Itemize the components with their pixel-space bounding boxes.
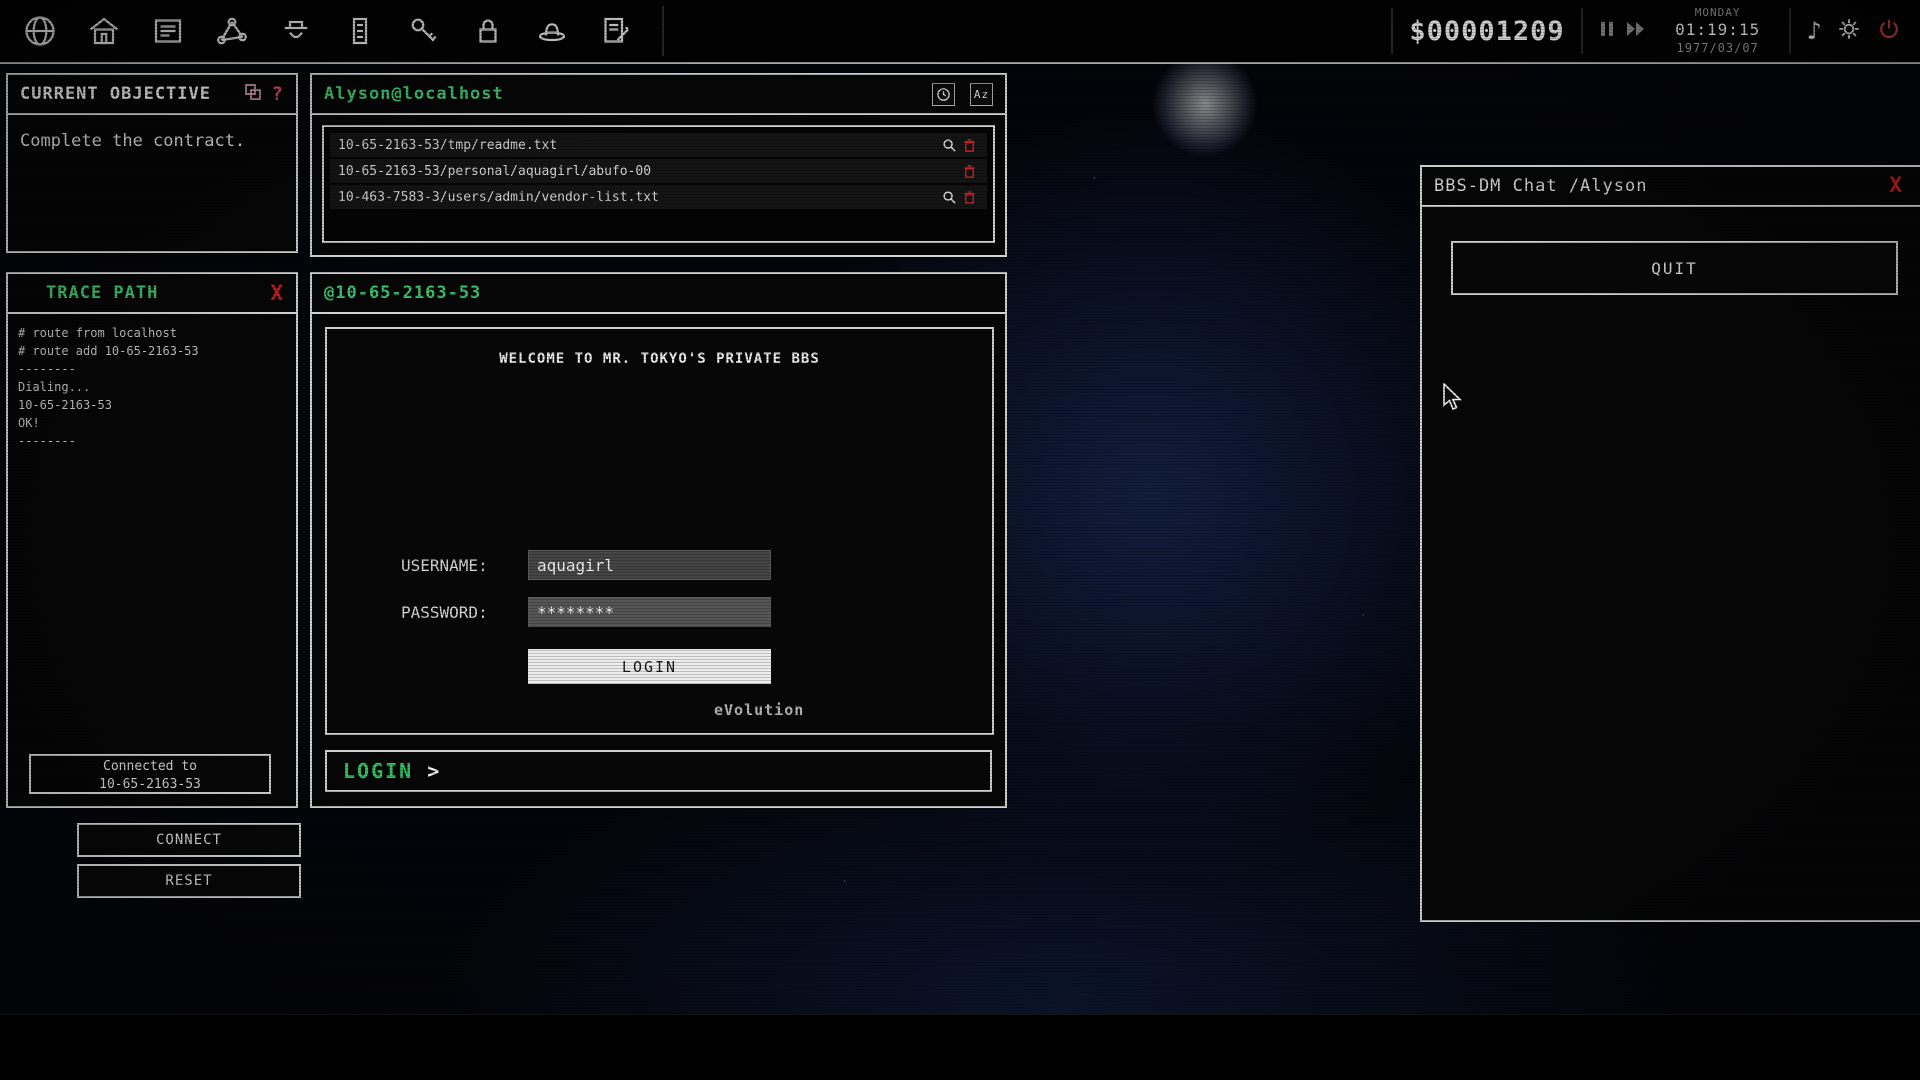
bbs-screen: WELCOME TO MR. TOKYO'S PRIVATE BBS USERN… xyxy=(325,327,994,735)
trace-line: # route add 10-65-2163-53 xyxy=(18,342,286,360)
clock-time: 01:19:15 xyxy=(1663,20,1773,41)
popout-icon[interactable] xyxy=(244,83,262,106)
topbar: $00001209 MONDAY 01:19:15 1977/03/07 ♪ xyxy=(0,0,1920,64)
safehouse-icon[interactable] xyxy=(84,11,124,51)
music-icon[interactable]: ♪ xyxy=(1807,17,1822,45)
connect-button[interactable]: CONNECT xyxy=(77,823,301,857)
close-icon[interactable]: X xyxy=(1889,173,1902,197)
trace-log: # route from localhost # route add 10-65… xyxy=(8,314,296,460)
username-label: USERNAME: xyxy=(401,556,488,575)
disguise-icon[interactable] xyxy=(532,11,572,51)
close-icon[interactable]: X xyxy=(270,281,284,305)
chat-title: BBS-DM Chat /Alyson xyxy=(1434,176,1647,196)
objective-text: Complete the contract. xyxy=(8,115,296,167)
file-row[interactable]: 10-65-2163-53/personal/aquagirl/abufo-00 xyxy=(330,159,987,183)
pause-icon[interactable] xyxy=(1599,20,1615,42)
username-field[interactable] xyxy=(528,550,771,580)
file-browser-window: Alyson@localhost Az 10-65-2163-53/tmp/re… xyxy=(310,73,1007,257)
money-counter: $00001209 xyxy=(1409,16,1564,47)
view-file-icon[interactable] xyxy=(939,190,959,205)
password-field[interactable] xyxy=(528,597,771,627)
command-bar[interactable]: LOGIN > xyxy=(325,750,992,792)
bottom-bar xyxy=(0,1014,1920,1080)
bbs-vendor-watermark: eVolution xyxy=(714,701,804,719)
divider xyxy=(1391,8,1393,54)
file-path: 10-65-2163-53/tmp/readme.txt xyxy=(338,138,939,153)
remote-node-title: @10-65-2163-53 xyxy=(324,283,481,303)
news-icon[interactable] xyxy=(148,11,188,51)
quit-button[interactable]: QUIT xyxy=(1451,241,1898,295)
lock-icon[interactable] xyxy=(468,11,508,51)
topbar-icons xyxy=(0,11,636,51)
trace-line: OK! xyxy=(18,414,286,432)
connected-status: Connected to 10-65-2163-53 xyxy=(29,754,271,794)
objective-title: CURRENT OBJECTIVE xyxy=(20,84,211,104)
file-row[interactable]: 10-463-7583-3/users/admin/vendor-list.tx… xyxy=(330,185,987,209)
notes-icon[interactable] xyxy=(596,11,636,51)
password-label: PASSWORD: xyxy=(401,603,488,622)
chevron-right-icon: > xyxy=(427,759,439,783)
file-browser-titlebar[interactable]: Alyson@localhost Az xyxy=(312,75,1005,115)
chat-titlebar[interactable]: BBS-DM Chat /Alyson xyxy=(1422,167,1920,207)
file-browser-title: Alyson@localhost xyxy=(324,84,504,104)
clock-day: MONDAY xyxy=(1663,6,1773,20)
trace-line: # route from localhost xyxy=(18,324,286,342)
trace-titlebar[interactable]: TRACE PATH X xyxy=(8,274,296,314)
game-screen: $00001209 MONDAY 01:19:15 1977/03/07 ♪ xyxy=(0,0,1920,1080)
trace-title: TRACE PATH xyxy=(46,283,158,303)
view-file-icon[interactable] xyxy=(939,138,959,153)
delete-file-icon[interactable] xyxy=(959,138,979,153)
system-icons: ♪ xyxy=(1807,16,1902,46)
settings-gear-icon[interactable] xyxy=(1836,16,1862,46)
divider xyxy=(1581,8,1583,54)
agent-icon[interactable] xyxy=(276,11,316,51)
topbar-right: $00001209 MONDAY 01:19:15 1977/03/07 ♪ xyxy=(1391,6,1920,57)
key-icon[interactable] xyxy=(404,11,444,51)
command-label: LOGIN xyxy=(343,759,413,783)
trace-line: -------- xyxy=(18,432,286,450)
trace-path-window: TRACE PATH X # route from localhost # ro… xyxy=(6,272,298,808)
current-objective-window: CURRENT OBJECTIVE ? Complete the contrac… xyxy=(6,73,298,253)
network-icon[interactable] xyxy=(212,11,252,51)
inventory-icon[interactable] xyxy=(340,11,380,51)
divider xyxy=(1789,8,1791,54)
fast-forward-icon[interactable] xyxy=(1625,20,1647,42)
clock-date: 1977/03/07 xyxy=(1663,41,1773,57)
globe-icon[interactable] xyxy=(20,11,60,51)
trace-line: -------- xyxy=(18,360,286,378)
delete-file-icon[interactable] xyxy=(959,190,979,205)
trace-line: Dialing... xyxy=(18,378,286,396)
file-path: 10-463-7583-3/users/admin/vendor-list.tx… xyxy=(338,190,939,205)
file-row[interactable]: 10-65-2163-53/tmp/readme.txt xyxy=(330,133,987,157)
bbs-welcome-text: WELCOME TO MR. TOKYO'S PRIVATE BBS xyxy=(327,351,992,367)
help-icon[interactable]: ? xyxy=(272,83,284,105)
power-icon[interactable] xyxy=(1876,16,1902,46)
file-path: 10-65-2163-53/personal/aquagirl/abufo-00 xyxy=(338,164,939,179)
login-button[interactable]: LOGIN xyxy=(528,649,771,684)
remote-node-titlebar[interactable]: @10-65-2163-53 xyxy=(312,274,1005,314)
sort-alpha-icon[interactable]: Az xyxy=(970,83,993,106)
objective-titlebar[interactable]: CURRENT OBJECTIVE ? xyxy=(8,75,296,115)
game-clock: MONDAY 01:19:15 1977/03/07 xyxy=(1663,6,1773,57)
time-controls xyxy=(1599,20,1647,42)
connected-line2: 10-65-2163-53 xyxy=(31,776,269,794)
remote-node-window: @10-65-2163-53 WELCOME TO MR. TOKYO'S PR… xyxy=(310,272,1007,808)
file-list: 10-65-2163-53/tmp/readme.txt 10-65-2163-… xyxy=(322,125,995,243)
delete-file-icon[interactable] xyxy=(959,164,979,179)
chat-window: BBS-DM Chat /Alyson X QUIT xyxy=(1420,165,1920,922)
connected-line1: Connected to xyxy=(31,758,269,776)
sort-time-icon[interactable] xyxy=(932,83,955,106)
trace-reset-button[interactable]: RESET xyxy=(77,864,301,898)
trace-line: 10-65-2163-53 xyxy=(18,396,286,414)
topbar-divider xyxy=(662,6,664,56)
